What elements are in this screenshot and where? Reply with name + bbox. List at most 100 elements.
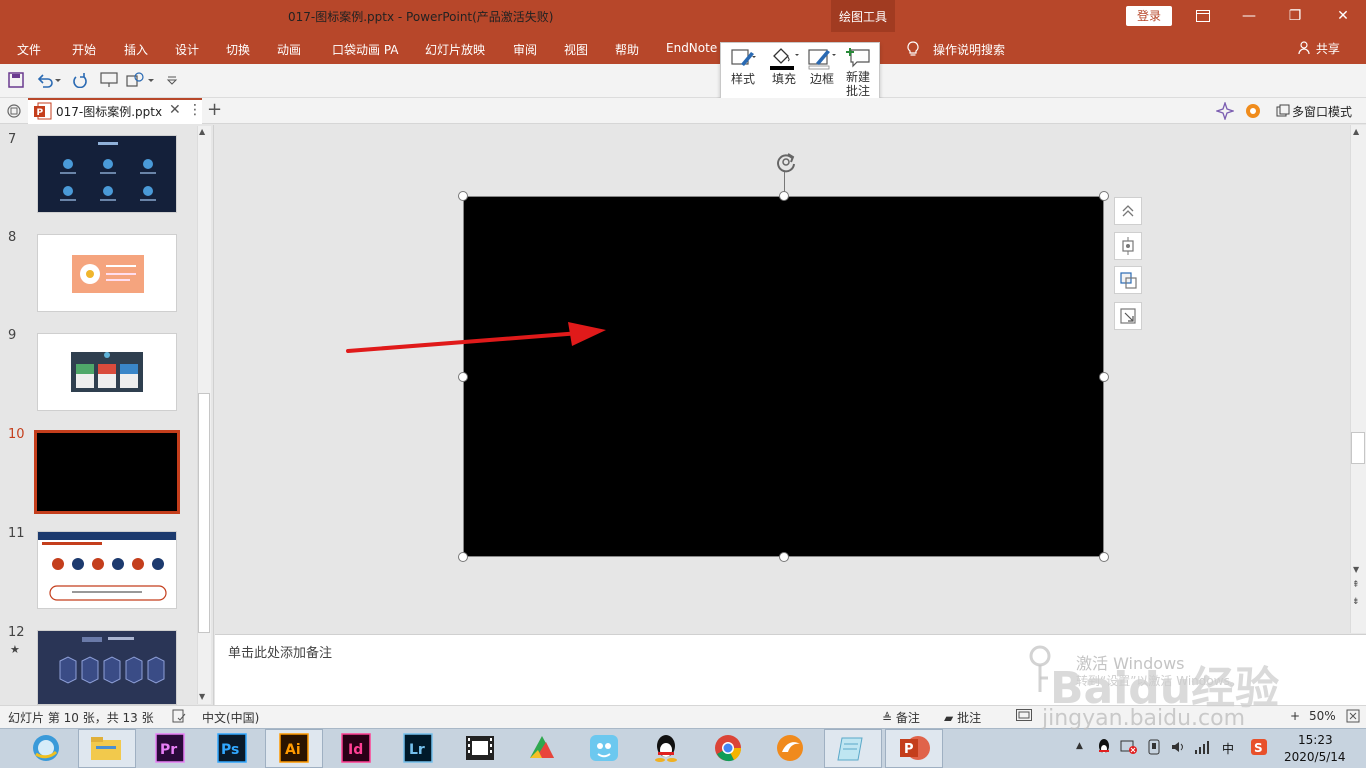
tab-pocket-animation[interactable]: 口袋动画 PA <box>332 41 399 58</box>
shape-outline-button[interactable]: 边框 <box>806 46 838 87</box>
tab-design[interactable]: 设计 <box>175 41 199 58</box>
customize-qat-icon[interactable] <box>166 72 178 91</box>
resize-handle-left[interactable] <box>458 372 468 382</box>
minimize-button[interactable]: — <box>1226 0 1272 32</box>
resize-handle-top[interactable] <box>779 191 789 201</box>
redo-icon[interactable] <box>72 72 88 91</box>
slide-scroll-down-icon[interactable]: ▼ <box>1353 565 1359 574</box>
orange-app-icon[interactable] <box>772 732 808 764</box>
multi-window-mode-button[interactable]: 多窗口模式 <box>1292 103 1352 120</box>
scroll-down-arrow-icon[interactable]: ▼ <box>199 692 205 701</box>
slide-vertical-scrollbar[interactable] <box>1350 125 1366 633</box>
arrange-shapes-icon[interactable] <box>1114 266 1142 294</box>
shapes-dropdown-icon[interactable] <box>126 72 156 91</box>
tray-expand-icon[interactable]: ▲ <box>1076 741 1083 751</box>
tell-me-search[interactable]: 操作说明搜索 <box>933 41 1005 58</box>
share-button[interactable]: 共享 <box>1298 40 1340 57</box>
tab-view[interactable]: 视图 <box>564 41 588 58</box>
tab-slideshow[interactable]: 幻灯片放映 <box>425 41 485 58</box>
selected-black-rectangle-shape[interactable] <box>463 196 1104 557</box>
video-player-icon[interactable] <box>462 732 498 764</box>
fit-slide-icon[interactable] <box>1346 709 1360 726</box>
clock-date[interactable]: 2020/5/14 <box>1284 750 1346 764</box>
layout-options-icon[interactable] <box>1114 232 1142 260</box>
next-slide-icon[interactable]: ⇟ <box>1352 597 1360 607</box>
tray-device-icon[interactable] <box>1146 739 1162 758</box>
tab-home[interactable]: 开始 <box>72 41 96 58</box>
notepad-app-icon[interactable] <box>834 732 870 764</box>
lightroom-icon[interactable]: Lr <box>400 732 436 764</box>
tray-signal-icon[interactable] <box>1194 739 1210 758</box>
slide-count-status[interactable]: 幻灯片 第 10 张，共 13 张 <box>8 709 154 726</box>
ime-indicator[interactable]: 中 <box>1222 740 1234 757</box>
settings-gear-icon[interactable] <box>1244 102 1262 123</box>
slide-thumbnail-12[interactable] <box>37 630 177 705</box>
resize-handle-bottom[interactable] <box>779 552 789 562</box>
powerpoint-taskbar-icon[interactable]: P <box>896 732 932 764</box>
zoom-level[interactable]: 50% <box>1309 709 1336 723</box>
resize-handle-bottom-left[interactable] <box>458 552 468 562</box>
tab-insert[interactable]: 插入 <box>124 41 148 58</box>
slide-thumbnail-9[interactable] <box>37 333 177 411</box>
slide-scroll-up-icon[interactable]: ▲ <box>1353 127 1359 136</box>
comments-toggle-button[interactable]: ▰ 批注 <box>944 709 981 726</box>
login-button[interactable]: 登录 <box>1126 6 1172 26</box>
tab-menu-icon[interactable]: ⋮ <box>188 102 202 118</box>
restore-button[interactable]: ❐ <box>1272 0 1318 32</box>
normal-view-icon[interactable] <box>1016 709 1032 724</box>
indesign-icon[interactable]: Id <box>338 732 374 764</box>
resize-handle-top-right[interactable] <box>1099 191 1109 201</box>
photoshop-icon[interactable]: Ps <box>214 732 250 764</box>
sparkle-icon[interactable] <box>1214 100 1236 123</box>
tab-endnote[interactable]: EndNote <box>666 41 717 55</box>
presentation-start-icon[interactable] <box>100 72 118 91</box>
tab-help[interactable]: 帮助 <box>615 41 639 58</box>
slide-thumbnail-10[interactable] <box>34 430 180 514</box>
tab-review[interactable]: 审阅 <box>513 41 537 58</box>
file-explorer-icon[interactable] <box>88 732 124 764</box>
sogou-ime-icon[interactable]: S <box>1250 738 1268 759</box>
file-browser-icon[interactable] <box>6 103 22 122</box>
close-tab-icon[interactable]: ✕ <box>169 102 181 118</box>
premiere-icon[interactable]: Pr <box>152 732 188 764</box>
slide-thumbnail-8[interactable] <box>37 234 177 312</box>
tab-transitions[interactable]: 切换 <box>226 41 250 58</box>
save-icon[interactable] <box>8 72 24 91</box>
shape-style-button[interactable]: 样式 <box>728 46 758 87</box>
slide-thumbnail-11[interactable] <box>37 531 177 609</box>
notes-toggle-button[interactable]: ≜ 备注 <box>882 709 920 726</box>
chrome-icon[interactable] <box>710 732 746 764</box>
slide-thumbnail-7[interactable] <box>37 135 177 213</box>
crop-resize-icon[interactable] <box>1114 302 1142 330</box>
ribbon-display-options-icon[interactable] <box>1180 0 1226 32</box>
rotate-handle-icon[interactable] <box>774 150 798 177</box>
tray-volume-icon[interactable] <box>1170 739 1186 758</box>
tray-qq-icon[interactable] <box>1096 738 1112 759</box>
new-tab-icon[interactable]: + <box>207 99 222 120</box>
zoom-in-icon[interactable]: + <box>1290 709 1300 723</box>
scroll-up-arrow-icon[interactable]: ▲ <box>199 127 205 136</box>
colorful-app-icon[interactable] <box>524 732 560 764</box>
tray-network-alert-icon[interactable] <box>1120 739 1138 758</box>
previous-slide-icon[interactable]: ⇞ <box>1352 580 1360 590</box>
slide-scrollbar-thumb[interactable] <box>1351 432 1365 464</box>
resize-handle-bottom-right[interactable] <box>1099 552 1109 562</box>
language-status[interactable]: 中文(中国) <box>202 709 259 726</box>
multi-window-icon[interactable] <box>1276 104 1290 121</box>
qq-penguin-icon[interactable] <box>648 732 684 764</box>
chat-bird-app-icon[interactable] <box>586 732 622 764</box>
illustrator-icon[interactable]: Ai <box>276 732 312 764</box>
browser-360-icon[interactable] <box>28 732 64 764</box>
tab-animations[interactable]: 动画 <box>277 41 301 58</box>
shape-fill-button[interactable]: 填充 <box>767 46 801 87</box>
collapse-panel-icon[interactable] <box>1114 197 1142 225</box>
resize-handle-right[interactable] <box>1099 372 1109 382</box>
new-comment-button[interactable]: 新建 批注 <box>844 46 872 98</box>
clock-time[interactable]: 15:23 <box>1298 733 1333 747</box>
resize-handle-top-left[interactable] <box>458 191 468 201</box>
spellcheck-icon[interactable] <box>172 709 186 726</box>
thumbnail-scrollbar-thumb[interactable] <box>198 393 210 633</box>
lightbulb-icon[interactable] <box>906 41 920 60</box>
close-button[interactable]: ✕ <box>1320 0 1366 32</box>
undo-icon[interactable] <box>36 72 62 91</box>
